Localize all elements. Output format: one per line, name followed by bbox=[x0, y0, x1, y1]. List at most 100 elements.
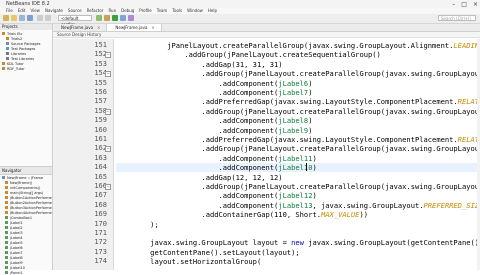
node-icon bbox=[6, 47, 9, 50]
code-token: .addGroup(jPanelLayout.createParallelGro… bbox=[201, 182, 480, 191]
node-label: jLabel10 bbox=[10, 265, 25, 270]
new-file-icon[interactable] bbox=[11, 15, 17, 21]
redo-icon[interactable] bbox=[45, 15, 51, 21]
line-number: 161 bbox=[94, 135, 107, 143]
fold-toggle-icon[interactable]: − bbox=[105, 52, 111, 59]
tab-navigator[interactable]: Navigator bbox=[2, 167, 22, 174]
code-line[interactable]: .addGap(31, 31, 31) bbox=[116, 60, 282, 69]
code-line[interactable]: jPanelLayout.createParallelGroup(javax.s… bbox=[116, 41, 480, 50]
code-token: ) bbox=[308, 78, 313, 88]
fold-toggle-icon[interactable]: − bbox=[105, 184, 111, 190]
code-line[interactable]: .addGroup(jPanelLayout.createSequentialG… bbox=[116, 50, 380, 59]
code-line[interactable]: .addComponent(jLabel6) bbox=[116, 78, 313, 88]
code-line[interactable]: layout.setHorizontalGroup( bbox=[116, 257, 261, 266]
navigator-tabs: Navigator bbox=[0, 166, 52, 175]
code-token: .addGroup(jPanelLayout.createParallelGro… bbox=[201, 144, 480, 154]
close-tab-icon[interactable]: × bbox=[151, 24, 154, 31]
node-label: NewJFrame() bbox=[10, 180, 33, 185]
node-icon bbox=[5, 211, 8, 214]
code-line[interactable]: .addGroup(jPanelLayout.createParallelGro… bbox=[116, 107, 480, 116]
maximize-icon[interactable]: □ bbox=[461, 1, 467, 8]
code-line[interactable]: getContentPane().setLayout(layout); bbox=[116, 248, 299, 257]
code-token: ) bbox=[308, 88, 313, 97]
code-token: .addComponent( bbox=[218, 153, 279, 163]
node-label: jComboBox1 bbox=[10, 215, 33, 220]
fold-toggle-icon[interactable]: − bbox=[105, 71, 111, 78]
code-token: .addGroup(jPanelLayout.createParallelGro… bbox=[201, 106, 480, 116]
code-line[interactable]: .addComponent(jLabel7) bbox=[116, 88, 313, 97]
code-line[interactable]: .addGroup(jPanelLayout.createParallelGro… bbox=[116, 182, 480, 191]
code-line[interactable]: .addComponent(jLabel10) bbox=[116, 163, 480, 173]
code-line[interactable]: .addGroup(jPanelLayout.createParallelGro… bbox=[116, 69, 480, 78]
search-input[interactable]: Search (Ctrl+I) bbox=[438, 15, 476, 21]
config-combo[interactable]: <default config> bbox=[58, 15, 92, 27]
code-token: .addGap(12, 12, 12) bbox=[201, 172, 283, 182]
run-icon[interactable] bbox=[112, 15, 118, 21]
node-icon bbox=[5, 246, 8, 249]
minimize-icon[interactable]: – bbox=[452, 1, 455, 8]
node-label: jLabel5 bbox=[10, 240, 23, 245]
editor-subtabs[interactable]: Source Design History bbox=[53, 32, 480, 38]
code-line[interactable]: javax.swing.GroupLayout layout = new jav… bbox=[116, 238, 480, 247]
editor-tab[interactable]: NewJFrame.java × bbox=[53, 24, 108, 31]
navigator-item[interactable]: jPanel1 bbox=[0, 270, 52, 275]
node-label: jLabel8 bbox=[10, 255, 23, 260]
debug-icon[interactable] bbox=[120, 15, 126, 21]
close-icon[interactable]: × bbox=[473, 1, 478, 8]
node-icon bbox=[2, 32, 5, 35]
code-line[interactable]: .addComponent(jLabel13, javax.swing.Grou… bbox=[116, 201, 480, 210]
code-line[interactable]: .addPreferredGap(javax.swing.LayoutStyle… bbox=[116, 97, 480, 106]
code-token: .addComponent( bbox=[218, 88, 279, 97]
code-line[interactable]: .addContainerGap(110, Short.MAX_VALUE)) bbox=[116, 210, 368, 219]
code-line[interactable]: .addGroup(jPanelLayout.createParallelGro… bbox=[116, 144, 480, 153]
code-line[interactable]: .addComponent(jLabel12) bbox=[116, 191, 317, 200]
constant-token: LEADING bbox=[453, 41, 480, 50]
code-line[interactable]: .addPreferredGap(javax.swing.LayoutStyle… bbox=[116, 135, 480, 144]
node-label: Trials Etc bbox=[7, 31, 23, 36]
node-label: jButton4ActionPerformed bbox=[10, 210, 52, 215]
node-icon bbox=[5, 181, 8, 184]
code-token: .addPreferredGap(javax.swing.LayoutStyle… bbox=[201, 135, 458, 144]
node-label: initComponents() bbox=[10, 185, 41, 190]
node-icon bbox=[2, 67, 5, 70]
field-token: jLabel8 bbox=[278, 116, 309, 126]
undo-icon[interactable] bbox=[37, 15, 43, 21]
code-line[interactable]: .addComponent(jLabel9) bbox=[116, 125, 313, 135]
close-tab-icon[interactable]: × bbox=[97, 24, 100, 31]
editor-tab[interactable]: NewJFrame.java × bbox=[107, 24, 162, 31]
node-label: jLabel4 bbox=[10, 235, 23, 240]
fold-toggle-icon[interactable]: − bbox=[105, 146, 111, 153]
field-token: jLabel9 bbox=[278, 125, 309, 135]
node-label: jButton1ActionPerformed bbox=[10, 195, 52, 200]
code-token: , javax.swing.GroupLayout. bbox=[312, 200, 424, 210]
line-number: 164 bbox=[94, 163, 107, 172]
project-tree-item[interactable]: RDF_Tutor bbox=[0, 66, 52, 71]
code-line[interactable]: ); bbox=[116, 220, 159, 229]
code-line[interactable]: .addGap(12, 12, 12) bbox=[116, 172, 283, 182]
editor-area: NewJFrame.java × NewJFrame.java × Source De… bbox=[53, 24, 480, 270]
clean-build-icon[interactable] bbox=[104, 15, 110, 21]
project-tree: Trials Etc Trials2 Source Packages Test Pac… bbox=[0, 31, 52, 71]
code-area[interactable]: jPanelLayout.createParallelGroup(javax.s… bbox=[116, 39, 480, 270]
node-label: jLabel7 bbox=[10, 250, 23, 255]
profile-icon[interactable] bbox=[128, 15, 134, 21]
projects-tab[interactable]: Projects bbox=[0, 24, 52, 30]
node-label: Source Packages bbox=[11, 41, 41, 46]
editor-tab-label: NewJFrame.java bbox=[61, 25, 94, 30]
node-icon bbox=[6, 57, 9, 60]
code-token: ) bbox=[308, 125, 313, 135]
fold-toggle-icon[interactable]: − bbox=[105, 108, 111, 115]
code-token: ); bbox=[150, 219, 159, 229]
save-all-icon[interactable] bbox=[27, 15, 33, 21]
code-token: )) bbox=[359, 210, 368, 220]
build-icon[interactable] bbox=[96, 15, 102, 21]
node-icon bbox=[5, 236, 8, 239]
code-token: .addComponent( bbox=[218, 125, 279, 135]
open-project-icon[interactable] bbox=[19, 15, 25, 21]
code-line[interactable]: .addComponent(jLabel11) bbox=[116, 154, 317, 163]
code-token: ) bbox=[312, 191, 317, 201]
constant-token: PREFERRED_SIZE bbox=[423, 200, 480, 210]
new-project-icon[interactable] bbox=[3, 15, 9, 21]
node-label: jButton2ActionPerformed bbox=[10, 200, 52, 205]
code-line[interactable]: .addComponent(jLabel8) bbox=[116, 116, 313, 126]
